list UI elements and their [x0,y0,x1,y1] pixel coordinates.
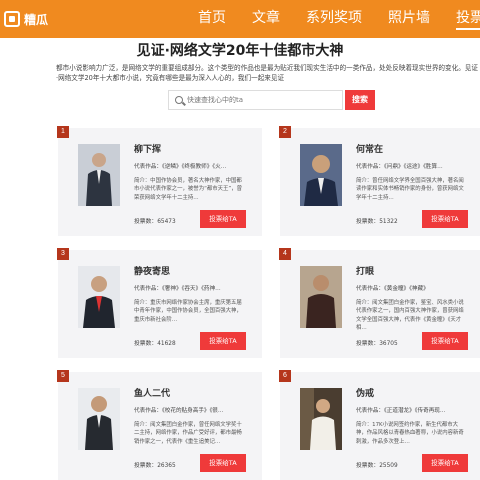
search-icon [175,96,183,104]
main-nav: 首页 文章 系列奖项 照片墙 投票专 [198,8,480,30]
rank-badge: 5 [57,370,69,382]
vote-button[interactable]: 投票给TA [422,210,468,228]
search-box [168,90,343,110]
page-title: 见证·网络文学20年十佳都市大神 [136,43,344,59]
author-works: 代表作品：《校花的贴身高手》《很… [134,408,224,414]
rank-badge: 3 [57,248,69,260]
author-name: 打眼 [356,267,375,277]
author-photo [78,266,120,328]
author-photo [78,144,120,206]
site-logo[interactable]: 糟瓜 [4,9,48,29]
nav-item-photo-wall[interactable]: 照片墙 [388,8,430,30]
candidate-card: 4 打眼 代表作品：《黄金瞳》《神藏》 简介：阅文集团白金作家，鉴宝、风水类小说… [279,248,480,358]
vote-count: 投票数：41628 [134,341,176,347]
vote-button[interactable]: 投票给TA [200,454,246,472]
vote-count: 投票数：36705 [356,341,398,347]
nav-item-articles[interactable]: 文章 [252,8,280,30]
vote-button[interactable]: 投票给TA [200,210,246,228]
nav-item-awards[interactable]: 系列奖项 [306,8,362,30]
vote-page: 糟瓜 首页 文章 系列奖项 照片墙 投票专 见证·网络文学20年十佳都市大神 都… [0,0,480,480]
vote-button[interactable]: 投票给TA [422,332,468,350]
nav-item-vote[interactable]: 投票专 [456,8,480,30]
author-bio: 简介：中国作协会员，著名大神作家，中国都市小说代表作家之一，被誉为“都市天王”，… [134,178,243,201]
author-works: 代表作品：《奢神》《吞天》《药神… [134,286,221,292]
vote-count: 投票数：25509 [356,463,398,469]
author-name: 柳下挥 [134,145,162,155]
author-works: 代表作品：《黄金瞳》《神藏》 [356,286,429,292]
author-photo [300,266,342,328]
candidate-card: 1 柳下挥 代表作品：《逆鳞》《终极教师》《火… 简介：中国作协会员，著名大神作… [57,126,262,236]
author-bio: 简介：曾任网络文学界全国百强大神，著名阅读作家和实体书畅销作家的身份，曾获网络文… [356,178,464,201]
rank-badge: 1 [57,126,69,138]
author-works: 代表作品：《问鼎》《运途》《胜算… [356,164,443,170]
author-name: 伪戒 [356,389,375,399]
author-bio: 简介：阅文集团白金作家，曾任网络文学奖十二主持，网络作家，作品广受好评，都市最畅… [134,422,242,445]
top-navigation-bar: 糟瓜 首页 文章 系列奖项 照片墙 投票专 [0,0,480,38]
author-photo [300,144,342,206]
nav-item-home[interactable]: 首页 [198,8,226,30]
search-input[interactable] [187,93,337,107]
vote-button[interactable]: 投票给TA [200,332,246,350]
rank-badge: 6 [279,370,291,382]
author-works: 代表作品：《逆鳞》《终极教师》《火… [134,164,227,170]
author-photo [300,388,342,450]
logo-text: 糟瓜 [24,12,49,27]
author-name: 鱼人二代 [134,389,171,399]
author-bio: 简介：重庆市网络作家协会主席，重庆第五届中青年作家，中国作协会员，全国百强大神，… [134,300,242,323]
rank-badge: 4 [279,248,291,260]
page-intro: 都市小说影响力广泛，是网络文学的重要组成部分。这个类型的作品也是最为贴近我们现实… [56,64,478,82]
rank-badge: 2 [279,126,291,138]
author-bio: 简介：17K小说网签约作家，新生代都市大神，作品风格以青春热血著称，小说内容新奇… [356,422,464,445]
box-icon [4,11,20,27]
vote-count: 投票数：65473 [134,219,176,225]
vote-count: 投票数：51322 [356,219,398,225]
candidate-card: 2 何常在 代表作品：《问鼎》《运途》《胜算… 简介：曾任网络文学界全国百强大神… [279,126,480,236]
vote-button[interactable]: 投票给TA [422,454,468,472]
author-photo [78,388,120,450]
candidate-card: 3 静夜寄思 代表作品：《奢神》《吞天》《药神… 简介：重庆市网络作家协会主席，… [57,248,262,358]
candidate-card: 6 伪戒 代表作品：《正道潜龙》《传奇再现… 简介：17K小说网签约作家，新生代… [279,370,480,480]
author-name: 何常在 [356,145,384,155]
author-name: 静夜寄思 [134,267,171,277]
search-button[interactable]: 搜索 [345,90,375,110]
vote-count: 投票数：26365 [134,463,176,469]
author-bio: 简介：阅文集团白金作家，鉴宝、风水类小说代表作家之一，国内百强大神作家，曾获网络… [356,300,464,332]
author-works: 代表作品：《正道潜龙》《传奇再现… [356,408,446,414]
candidate-card: 5 鱼人二代 代表作品：《校花的贴身高手》《很… 简介：阅文集团白金作家，曾任网… [57,370,262,480]
